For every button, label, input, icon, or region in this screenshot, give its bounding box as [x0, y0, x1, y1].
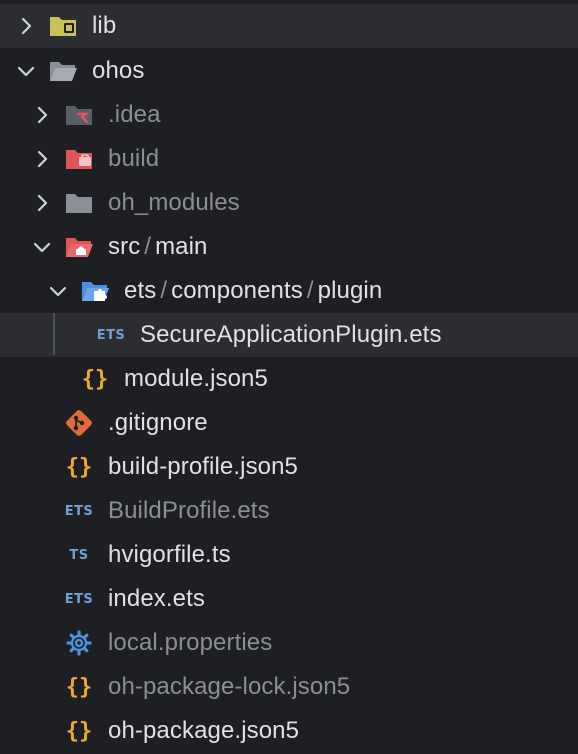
tree-item-secure-application-plugin[interactable]: ETS SecureApplicationPlugin.ets: [0, 313, 578, 357]
tree-item-label: lib: [92, 12, 117, 39]
chevron-right-icon[interactable]: [32, 149, 52, 169]
tree-item-label: build-profile.json5: [108, 453, 299, 480]
build-folder-icon: [64, 145, 94, 173]
tree-item-local-properties[interactable]: local.properties: [0, 621, 578, 665]
json-file-icon: {}: [65, 718, 93, 744]
chevron-right-icon[interactable]: [32, 193, 52, 213]
tree-item-idea[interactable]: .idea: [0, 93, 578, 137]
path-segment: components: [171, 277, 303, 304]
open-folder-icon: [48, 57, 78, 85]
chevron-down-icon[interactable]: [48, 281, 68, 301]
plugin-folder-icon: [80, 277, 110, 305]
tree-item-lib[interactable]: lib: [0, 4, 578, 48]
tree-item-label: SecureApplicationPlugin.ets: [140, 321, 442, 348]
tree-item-index-ets[interactable]: ETS index.ets: [0, 577, 578, 621]
git-icon: [64, 409, 94, 437]
chevron-right-icon[interactable]: [32, 105, 52, 125]
tree-item-label: oh-package-lock.json5: [108, 673, 351, 700]
tree-item-label: BuildProfile.ets: [108, 497, 270, 524]
tree-item-label: ohos: [92, 57, 145, 84]
tree-item-label: index.ets: [108, 585, 205, 612]
library-folder-icon: [48, 12, 78, 40]
gear-icon: [64, 629, 94, 657]
tree-item-ohos[interactable]: ohos: [0, 49, 578, 93]
path-separator: /: [306, 277, 314, 304]
tree-item-gitignore[interactable]: .gitignore: [0, 401, 578, 445]
tree-item-label: ets / components / plugin: [124, 277, 382, 305]
json-file-icon: {}: [81, 366, 109, 392]
chevron-down-icon[interactable]: [16, 61, 36, 81]
path-separator: /: [160, 277, 168, 304]
source-root-folder-icon: [64, 233, 94, 261]
project-file-tree: lib ohos .idea build oh_modules src / ma…: [0, 0, 578, 754]
tree-item-oh-package-lock-json5[interactable]: {} oh-package-lock.json5: [0, 665, 578, 709]
tree-item-hvigorfile-ts[interactable]: TS hvigorfile.ts: [0, 533, 578, 577]
indent-guide: [53, 313, 55, 355]
tree-item-oh-package-json5[interactable]: {} oh-package.json5: [0, 709, 578, 753]
tree-item-label: oh-package.json5: [108, 717, 300, 744]
path-segment: ets: [124, 277, 157, 304]
tree-item-build[interactable]: build: [0, 137, 578, 181]
tree-item-buildprofile-ets[interactable]: ETS BuildProfile.ets: [0, 489, 578, 533]
tree-item-label: src / main: [108, 233, 208, 261]
tree-item-build-profile-json5[interactable]: {} build-profile.json5: [0, 445, 578, 489]
tree-item-label: build: [108, 145, 160, 172]
path-segment: main: [155, 233, 208, 260]
path-separator: /: [144, 233, 152, 260]
tree-item-src-main[interactable]: src / main: [0, 225, 578, 269]
tree-item-label: oh_modules: [108, 189, 240, 216]
ets-file-icon: ETS: [64, 591, 94, 607]
folder-icon: [64, 189, 94, 217]
path-segment: plugin: [317, 277, 383, 304]
chevron-right-icon[interactable]: [16, 16, 36, 36]
tree-item-oh-modules[interactable]: oh_modules: [0, 181, 578, 225]
tree-item-ets-components-plugin[interactable]: ets / components / plugin: [0, 269, 578, 313]
ts-file-icon: TS: [69, 547, 89, 563]
json-file-icon: {}: [65, 454, 93, 480]
json-file-icon: {}: [65, 674, 93, 700]
ets-file-icon: ETS: [64, 503, 94, 519]
idea-folder-icon: [64, 101, 94, 129]
tree-item-label: .gitignore: [108, 409, 208, 436]
tree-item-label: module.json5: [124, 365, 268, 392]
tree-item-label: local.properties: [108, 629, 273, 656]
tree-item-label: hvigorfile.ts: [108, 541, 231, 568]
path-segment: src: [108, 233, 141, 260]
chevron-down-icon[interactable]: [32, 237, 52, 257]
tree-item-label: .idea: [108, 101, 161, 128]
tree-item-module-json5[interactable]: {} module.json5: [0, 357, 578, 401]
ets-file-icon: ETS: [96, 327, 126, 343]
